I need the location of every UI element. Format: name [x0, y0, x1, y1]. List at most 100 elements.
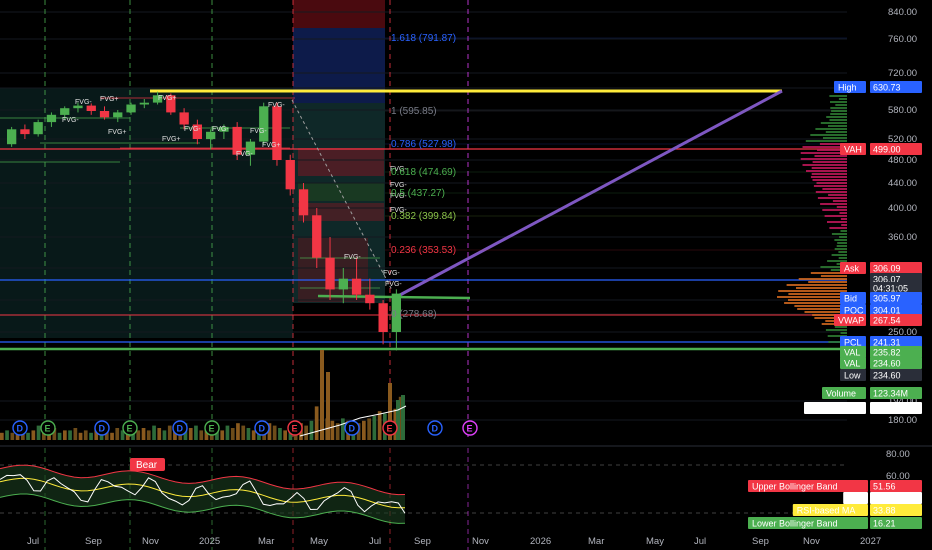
y-tick-label: 760.00 [888, 34, 917, 45]
volume-bar [157, 428, 162, 440]
candle-body[interactable] [272, 106, 282, 160]
candle-body[interactable] [259, 106, 269, 142]
volume-profile-bar [834, 248, 847, 250]
candle-body[interactable] [7, 129, 17, 145]
fvg-label: FVG- [250, 128, 267, 135]
volume-bar [377, 411, 382, 440]
volume-bar [136, 430, 141, 440]
volume-profile-bar [810, 176, 847, 178]
volume-profile-bar [830, 101, 847, 103]
candle-body[interactable] [285, 160, 295, 190]
event-marker-label: E [45, 424, 51, 434]
y-tick-label: 840.00 [888, 7, 917, 18]
event-marker-label: E [209, 424, 215, 434]
volume-bar [246, 428, 251, 440]
volume-profile-bar [808, 281, 847, 283]
candle-body[interactable] [325, 257, 335, 290]
candle-body[interactable] [20, 129, 30, 135]
candle-body[interactable] [113, 112, 123, 118]
volume-bar [330, 420, 335, 440]
candle-body[interactable] [365, 294, 375, 304]
fib-label: 0.5 (437.27) [391, 188, 445, 199]
fvg-label: FVG- [385, 281, 402, 288]
volume-bar [63, 430, 67, 440]
y-tick-label: 360.00 [888, 232, 917, 243]
volume-bar [341, 418, 345, 440]
fvg-label: FVG+ [108, 129, 126, 136]
candle-body[interactable] [338, 278, 348, 290]
volume-profile-bar [812, 179, 847, 181]
event-marker-label: E [127, 424, 133, 434]
fib-label: 0.382 (399.84) [391, 211, 456, 222]
price-chart[interactable]: FVG- FVG+ FVG+ FVG- FVG+ FVG- FVG+ FVG- FVG- FVG-… [0, 0, 932, 550]
volume-profile-bar [822, 188, 847, 190]
volume-profile-bar [806, 170, 847, 172]
x-tick-label: Nov [472, 536, 489, 547]
rsi-tag-name: Upper Bollinger Band [752, 482, 838, 492]
candle-body[interactable] [60, 108, 70, 115]
volume-spike [401, 395, 405, 440]
volume-profile-bar [836, 206, 847, 208]
volume-profile-bar [837, 242, 847, 244]
candle-body[interactable] [46, 114, 57, 123]
volume-profile-bar [838, 98, 847, 100]
fvg-label: FVG- [75, 99, 92, 106]
volume-profile-bar [796, 287, 847, 289]
volume-bar [167, 425, 172, 440]
volume-bar [230, 428, 235, 440]
fvg-label: FVG+ [100, 96, 118, 103]
candle-body[interactable] [139, 102, 149, 105]
volume-profile-bar [802, 164, 847, 166]
x-tick-label: 2027 [860, 536, 881, 547]
fvg-label: FVG- [62, 117, 79, 124]
fib-zone-upper [293, 0, 385, 28]
volume-bar [314, 406, 319, 440]
candle-body[interactable] [351, 278, 362, 295]
candle-body[interactable] [86, 105, 96, 111]
volume-profile-bar [825, 329, 847, 331]
price-tag-value: 79.6 M [873, 404, 901, 414]
price-tag-name: VWAP [838, 316, 864, 326]
volume-profile-bar [816, 182, 847, 184]
volume-profile-bar [831, 233, 847, 235]
volume-bar [26, 432, 30, 440]
volume-profile-bar [829, 95, 847, 97]
volume-spike [320, 350, 324, 440]
candle-body[interactable] [298, 189, 309, 216]
volume-profile-bar [826, 116, 847, 118]
volume-profile-bar [827, 260, 847, 262]
y-tick-label: 480.00 [888, 155, 917, 166]
volume-profile-bar [829, 119, 847, 121]
volume-bar [225, 425, 230, 440]
event-marker-label: E [387, 424, 393, 434]
candle-body[interactable] [378, 303, 388, 332]
volume-spike [396, 400, 400, 440]
event-marker-label: D [177, 424, 184, 434]
volume-bar [141, 428, 146, 440]
volume-profile-bar [838, 257, 847, 259]
volume-bar [57, 432, 62, 440]
x-tick-label: Mar [258, 536, 274, 547]
volume-profile-bar [777, 296, 847, 298]
volume-profile-bar [811, 173, 847, 175]
event-marker-label: E [467, 424, 473, 434]
volume-bar [78, 432, 83, 440]
y-tick-label: 580.00 [888, 105, 917, 116]
x-tick-label: Mar [588, 536, 604, 547]
candle-body[interactable] [312, 215, 322, 258]
candle-body[interactable] [126, 104, 136, 113]
volume-profile-bar [805, 140, 847, 142]
volume-profile-bar [824, 215, 847, 217]
candle-body[interactable] [33, 122, 43, 135]
rsi-tag-value: 33.88 [873, 506, 896, 516]
volume-profile-bar [822, 209, 847, 211]
volume-profile-bar [830, 107, 847, 109]
rsi-tag-name: RSI-based MA [797, 506, 856, 516]
x-tick-label: Jul [694, 536, 706, 547]
volume-profile-bar [815, 191, 847, 193]
candle-body[interactable] [99, 111, 110, 118]
fib-label: 0 (278.68) [391, 309, 437, 320]
candle-body[interactable] [179, 112, 189, 125]
volume-bar [162, 430, 167, 440]
volume-profile-bar [838, 251, 847, 253]
